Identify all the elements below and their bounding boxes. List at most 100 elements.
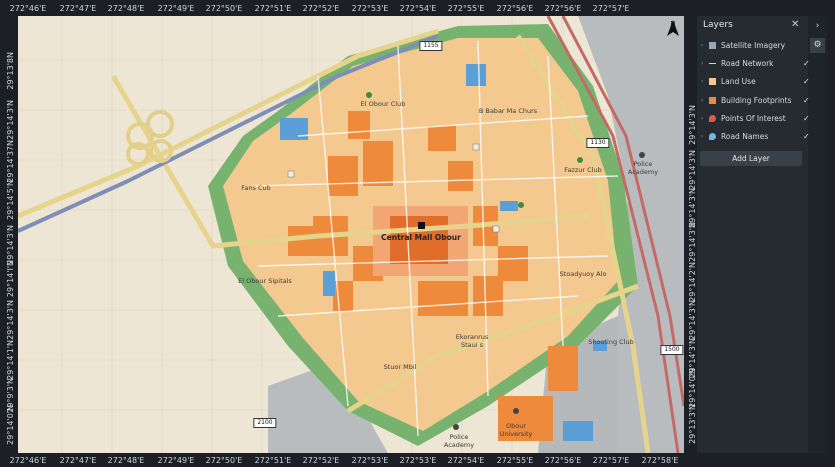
bottom-tick: 272°57'E: [592, 456, 630, 465]
left-tick: 29°14'3'N: [6, 300, 15, 340]
map-label-police-academy-top: Police Academy: [627, 160, 659, 176]
police-poi-icon[interactable]: [639, 152, 645, 158]
bottom-tick: 272°48'E: [107, 456, 145, 465]
layer-checkbox-road-names[interactable]: ✓: [803, 132, 810, 141]
map-label-stuor-mbil: Stuor Mbil: [383, 363, 417, 371]
bottom-tick: 272°54'E: [447, 456, 485, 465]
layer-label: Land Use: [721, 77, 756, 86]
university-poi-icon[interactable]: [513, 408, 519, 414]
bottom-tick: 272°55'E: [496, 456, 534, 465]
top-tick: 272°49'E: [157, 4, 195, 13]
north-arrow-icon: N: [667, 20, 679, 50]
add-layer-button[interactable]: Add Layer: [700, 151, 802, 166]
layer-label: Road Names: [721, 132, 769, 141]
road-shield-1155: 1155: [419, 41, 443, 51]
map-label-hospitals: El Obour Sipitals: [238, 277, 292, 285]
top-tick: 272°56'E: [496, 4, 534, 13]
map-label-police-academy-bottom: Police Academy: [443, 433, 475, 449]
map-canvas[interactable]: El Obour Club B Babar Ma Churs Fans Cub …: [18, 16, 684, 453]
layer-item-satellite-imagery[interactable]: › Satellite Imagery: [701, 38, 825, 53]
map-label-babar: B Babar Ma Churs: [478, 107, 538, 115]
side-toolbar: › ⚙: [808, 16, 827, 453]
right-tick: 29°13'3'N: [688, 404, 697, 444]
map-label-obour-university: Obour University: [499, 422, 533, 438]
right-tick: 29°14'3'N: [688, 300, 697, 340]
chevron-right-icon[interactable]: ›: [701, 56, 703, 71]
layer-label: Satellite Imagery: [721, 41, 786, 50]
bottom-tick: 272°53'E: [399, 456, 437, 465]
map-label-ekoranrus: Ekoranrus Staui s: [455, 333, 489, 349]
chevron-right-icon[interactable]: ›: [701, 129, 703, 144]
bottom-tick: 272°58'E: [641, 456, 679, 465]
bottom-tick: 272°47'E: [59, 456, 97, 465]
top-tick: 272°55'E: [447, 4, 485, 13]
road-shield-1500: 1500: [660, 345, 684, 355]
map-graphics: [18, 16, 684, 453]
layer-checkbox-road-network[interactable]: ✓: [803, 59, 810, 68]
top-tick: 272°47'E: [59, 4, 97, 13]
left-tick: 29°14'3'N: [6, 225, 15, 265]
map-label-fans-cub: Fans Cub: [241, 184, 271, 192]
right-tick: 29°14'3'N: [688, 105, 697, 145]
land-use-icon: [709, 78, 716, 85]
road-line-icon: [709, 63, 716, 64]
park-poi-icon[interactable]: [518, 202, 524, 208]
layer-label: Road Network: [721, 59, 774, 68]
close-icon[interactable]: ✕: [791, 19, 799, 30]
top-tick: 272°46'E: [9, 4, 47, 13]
left-tick: 29°14'3'N: [6, 100, 15, 140]
road-name-pin-icon: [709, 133, 716, 140]
chevron-right-icon[interactable]: ›: [701, 74, 703, 89]
bottom-tick: 272°51'E: [254, 456, 292, 465]
right-tick: 29°14'3'N: [688, 150, 697, 190]
top-tick: 272°52'E: [302, 4, 340, 13]
left-tick: 29°14'I'N: [6, 260, 15, 298]
park-poi-icon[interactable]: [366, 92, 372, 98]
road-shield-2100: 2100: [253, 418, 277, 428]
building-icon: [709, 97, 716, 104]
chevron-right-icon[interactable]: ›: [701, 93, 703, 108]
right-tick: 29°14'2'N: [688, 262, 697, 302]
layers-panel-title: Layers: [703, 20, 733, 30]
left-tick: 29°14'5'N: [6, 180, 15, 220]
map-label-central-mall: Central Mall Obour: [381, 233, 461, 242]
top-tick: 272°53'E: [351, 4, 389, 13]
bottom-tick: 272°49'E: [157, 456, 195, 465]
bottom-tick: 272°46'E: [9, 456, 47, 465]
map-label-shooting-club: Shooting Club: [588, 338, 634, 346]
top-tick: 272°57'E: [592, 4, 630, 13]
right-tick: 29°14'0'N: [688, 368, 697, 408]
top-tick: 272°56'E: [544, 4, 582, 13]
layer-checkbox-points-of-interest[interactable]: ✓: [803, 114, 810, 123]
settings-gear-icon[interactable]: ⚙: [810, 38, 825, 53]
bottom-tick: 272°52'E: [302, 456, 340, 465]
map-label-stadium: Stoadyuoy Alo: [559, 270, 607, 278]
bottom-tick: 272°53'E: [351, 456, 389, 465]
top-tick: 272°50'E: [205, 4, 243, 13]
layer-label: Building Footprints: [721, 96, 792, 105]
map-label-el-obour-club: El Obour Club: [360, 100, 406, 108]
layer-checkbox-land-use[interactable]: ✓: [803, 77, 810, 86]
top-tick: 272°51'E: [254, 4, 292, 13]
left-tick: 29°14'0'N: [6, 405, 15, 445]
club-poi-icon[interactable]: [577, 157, 583, 163]
satellite-icon: [709, 42, 716, 49]
left-tick: 29°14'1'N: [6, 340, 15, 380]
bottom-tick: 272°50'E: [205, 456, 243, 465]
top-tick: 272°54'E: [399, 4, 437, 13]
bottom-tick: 272°56'E: [544, 456, 582, 465]
academy-poi-icon[interactable]: [453, 424, 459, 430]
poi-pin-icon: [709, 115, 716, 122]
expand-chevron-icon[interactable]: ›: [810, 19, 825, 34]
top-tick: 272°48'E: [107, 4, 145, 13]
left-tick: 29°13'8N: [6, 52, 15, 90]
mall-poi-icon[interactable]: [418, 222, 425, 229]
right-tick: 29°14'3'N: [688, 222, 697, 262]
chevron-right-icon[interactable]: ›: [701, 38, 703, 53]
road-shield-1130: 1130: [586, 138, 610, 148]
left-tick: 29°14'37N: [6, 140, 15, 183]
chevron-right-icon[interactable]: ›: [701, 111, 703, 126]
layer-label: Points Of Interest: [721, 114, 786, 123]
layer-checkbox-building-footprints[interactable]: ✓: [803, 96, 810, 105]
map-label-fazzur-club: Fazzur Club: [564, 166, 602, 174]
